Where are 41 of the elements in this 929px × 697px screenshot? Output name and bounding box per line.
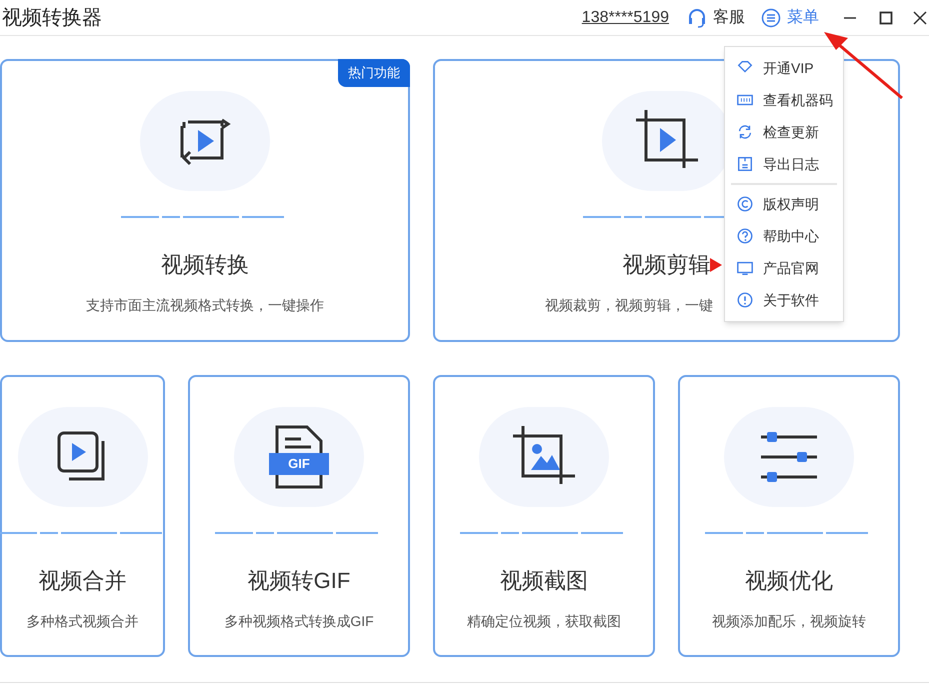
maximize-icon[interactable] [879,10,893,24]
menu-item[interactable]: 导出日志 [725,148,843,180]
card-description: 多种视频格式转换成GIF [224,612,374,631]
sliders-icon [759,431,819,483]
copyright-icon [736,195,754,213]
card-description: 多种格式视频合并 [26,612,138,631]
card-title: 视频转换 [161,251,249,279]
menu-item[interactable]: 产品官网 [725,252,843,284]
hot-badge: 热门功能 [338,59,410,86]
feature-card[interactable]: 视频优化 视频添加配乐，视频旋转 [678,375,900,657]
feature-card[interactable]: 热门功能 视频转换 支持市面主流视频格式转换，一键操作 [0,59,410,342]
card-title: 视频截图 [500,567,588,595]
menu-item[interactable]: 版权声明 [725,188,843,220]
card-description: 精确定位视频，获取截图 [467,612,621,631]
card-title: 视频转GIF [248,567,350,595]
close-icon[interactable] [913,10,927,24]
headset-icon[interactable] [687,8,707,28]
help-icon [736,227,754,245]
card-description: 支持市面主流视频格式转换，一键操作 [86,296,324,315]
card-description: 视频裁剪，视频剪辑，一键 [545,296,713,315]
menu-item[interactable]: 查看机器码 [725,84,843,116]
menu-item[interactable]: 帮助中心 [725,220,843,252]
monitor-icon [736,259,754,277]
card-title: 视频剪辑 [622,251,710,279]
support-link[interactable]: 客服 [713,6,745,30]
card-description: 视频添加配乐，视频旋转 [712,612,866,631]
card-title: 视频优化 [745,567,833,595]
annotation-arrow [710,256,722,274]
info-icon [736,291,754,309]
card-title: 视频合并 [38,567,126,595]
window-title: 视频转换器 [2,6,102,30]
account-link[interactable]: 138****5199 [582,6,669,30]
feature-card[interactable]: GIF 视频转GIF 多种视频格式转换成GIF [188,375,410,657]
feature-card[interactable]: 视频合并 多种格式视频合并 [0,375,165,657]
menu-button[interactable]: 菜单 [787,6,819,30]
refresh-icon [736,123,754,141]
menu-item[interactable]: 关于软件 [725,284,843,316]
clipboard-icon [736,155,754,173]
menu-item[interactable]: 检查更新 [725,116,843,148]
feature-card[interactable]: 视频截图 精确定位视频，获取截图 [433,375,655,657]
list-icon[interactable] [761,8,781,28]
